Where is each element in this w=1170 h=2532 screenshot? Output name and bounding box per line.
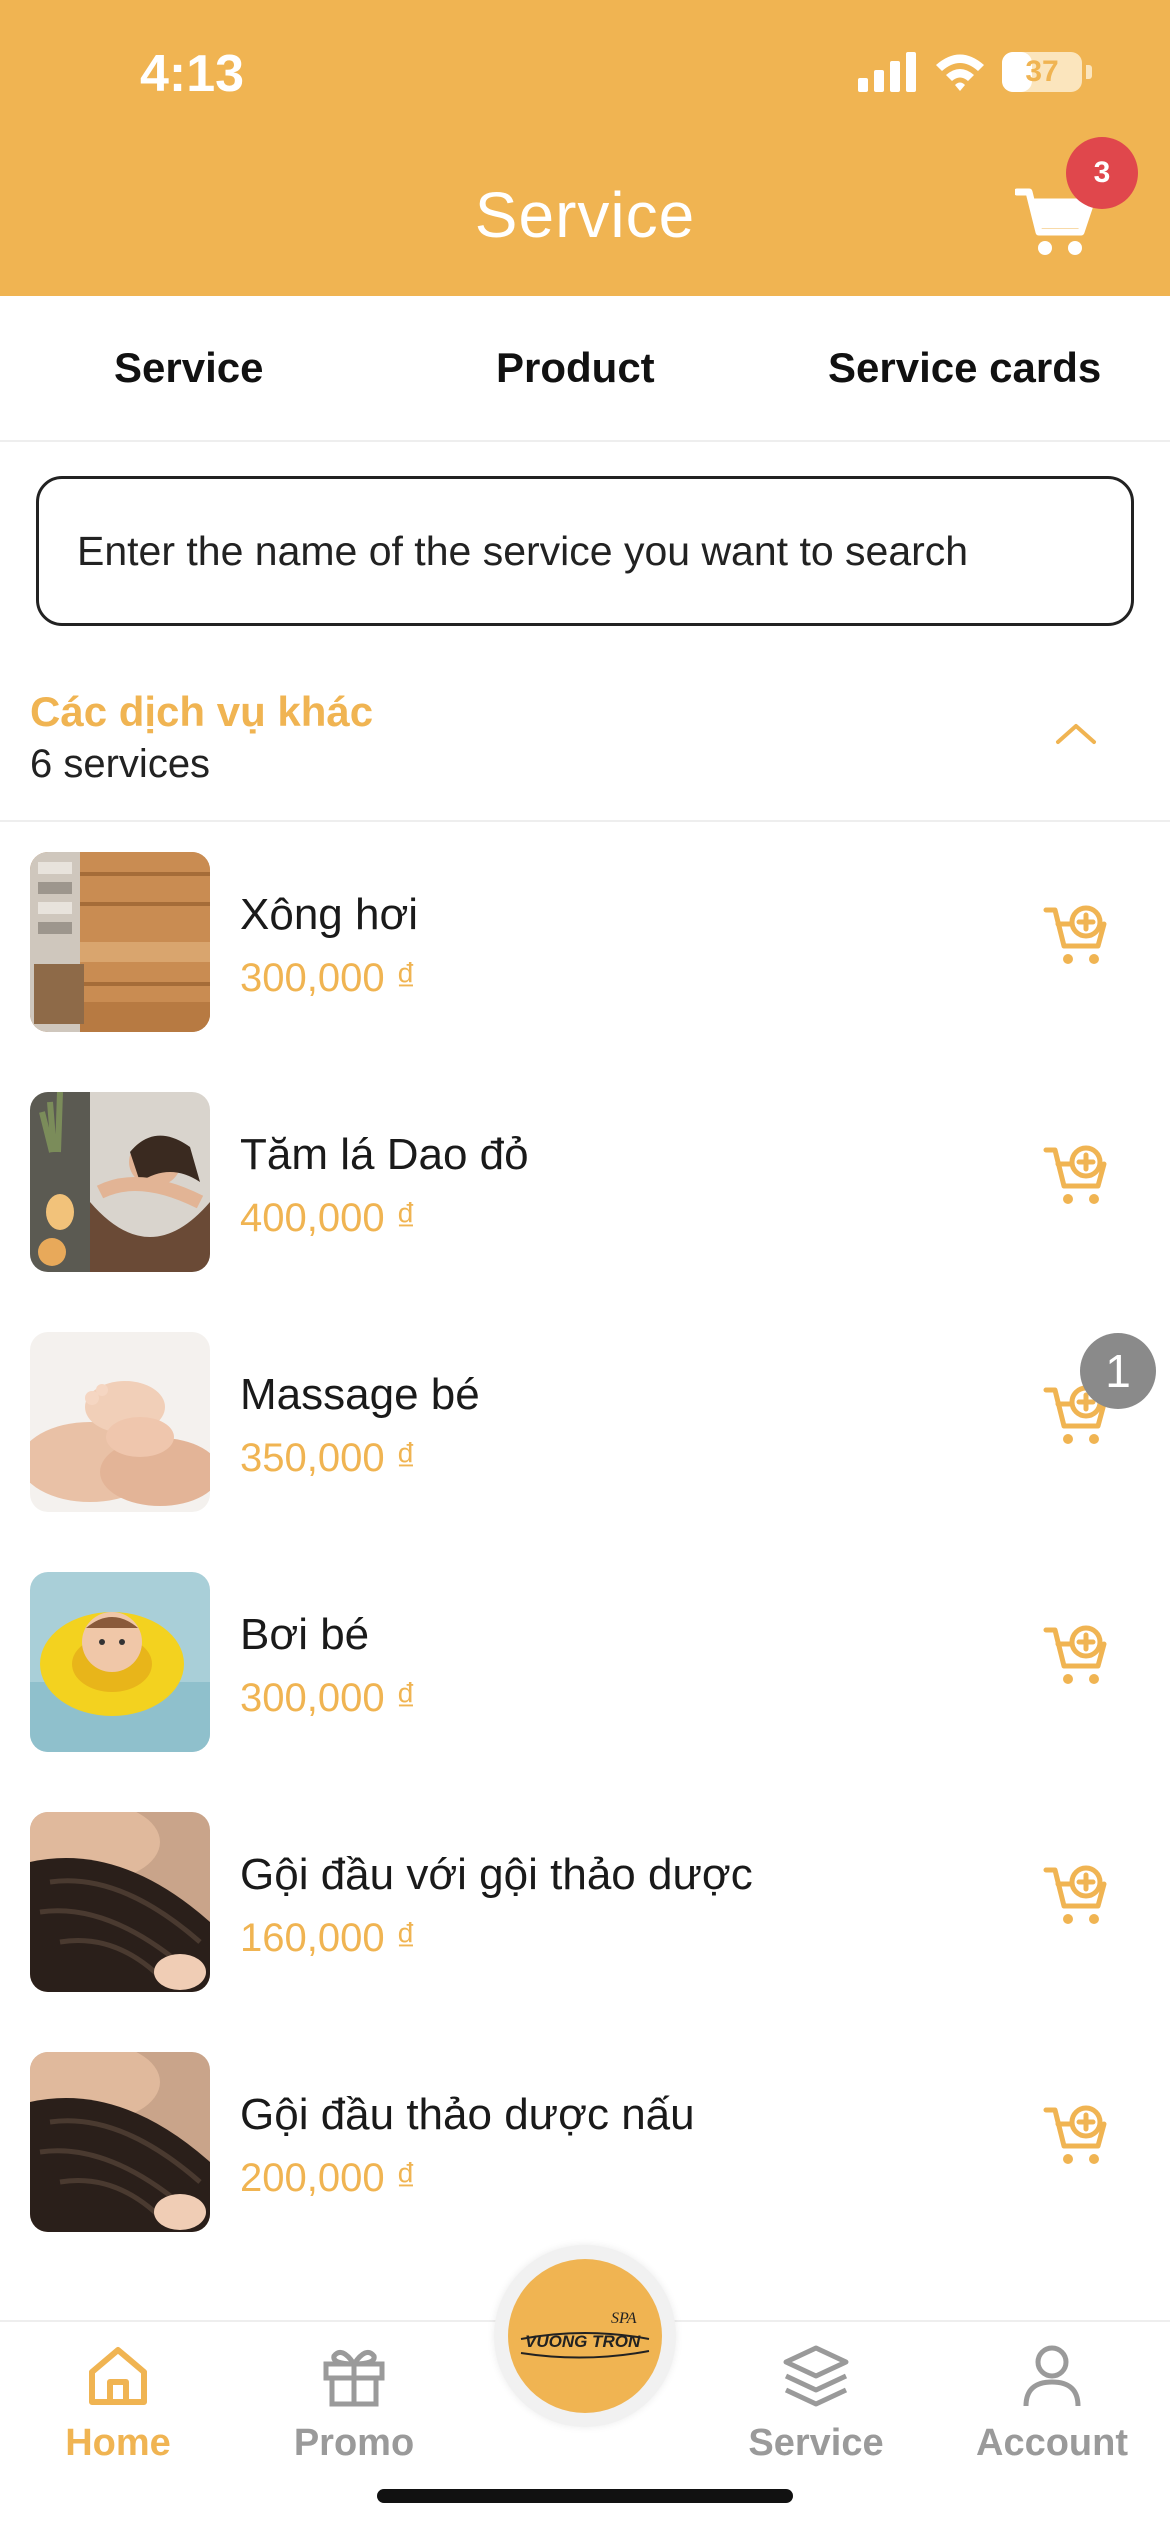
nav-promo-label: Promo [293,2422,415,2464]
nav-service[interactable]: Service [726,2340,906,2465]
nav-account[interactable]: Account [962,2340,1142,2465]
list-item[interactable]: Bơi bé 300,000 ₫ [0,1572,1170,1812]
logo-icon: SPA VUONG TRON [520,2310,650,2359]
list-item[interactable]: Tăm lá Dao đỏ 400,000 ₫ [0,1092,1170,1332]
status-time: 4:13 [140,45,245,103]
cart-count-badge: 3 [1066,137,1138,209]
list-item[interactable]: Xông hơi 300,000 ₫ [0,852,1170,1092]
search-input[interactable] [77,527,1117,575]
wifi-icon [936,54,984,91]
home-icon [89,2347,147,2405]
status-icons: 37 [858,52,1092,92]
search-box [36,476,1134,626]
group-count: 6 services [30,742,211,786]
service-thumbnail [30,1332,210,1512]
service-name: Gội đầu với gội thảo dược [240,1850,753,1899]
service-name: Xông hơi [240,890,419,939]
battery-level: 37 [1025,55,1059,88]
service-price: 160,000 ₫ [240,1916,417,1960]
svg-text:VUONG TRON: VUONG TRON [525,2332,641,2351]
service-thumbnail [30,1572,210,1752]
svg-text:SPA: SPA [611,2310,637,2327]
tab-bar: Service Product Service cards [0,296,1170,442]
tab-service-cards[interactable]: Service cards [828,344,1101,392]
add-to-cart-icon[interactable] [1042,1140,1112,1210]
nav-home-label: Home [65,2422,171,2464]
service-price: 200,000 ₫ [240,2156,417,2200]
add-to-cart-icon[interactable] [1042,2100,1112,2170]
service-price: 400,000 ₫ [240,1196,417,1240]
layers-icon [783,2345,849,2407]
service-thumbnail [30,2052,210,2232]
spa-logo: SPA VUONG TRON [508,2259,662,2413]
list-item[interactable]: Gội đầu với gội thảo dược 160,000 ₫ [0,1812,1170,2052]
service-name: Gội đầu thảo dược nấu [240,2090,695,2139]
home-indicator [377,2489,793,2503]
page-title: Service [474,179,696,251]
signal-icon [858,52,916,92]
group-title: Các dịch vụ khác [30,688,374,735]
service-price: 300,000 ₫ [240,956,417,1000]
nav-service-label: Service [748,2422,884,2464]
user-icon [1023,2345,1081,2407]
nav-account-label: Account [976,2422,1128,2464]
service-thumbnail [30,852,210,1032]
nav-promo[interactable]: Promo [264,2340,444,2465]
floating-count-badge[interactable]: 1 [1080,1333,1156,1409]
service-thumbnail [30,1092,210,1272]
add-to-cart-icon[interactable] [1042,900,1112,970]
service-price: 350,000 ₫ [240,1436,417,1480]
app-header: 4:13 37 Service 3 [0,0,1170,296]
service-group-header[interactable]: Các dịch vụ khác 6 services [0,680,1170,822]
chevron-up-icon[interactable] [1052,710,1100,758]
battery-icon: 37 [1002,52,1082,92]
add-to-cart-icon[interactable] [1042,1620,1112,1690]
service-thumbnail [30,1812,210,1992]
service-price: 300,000 ₫ [240,1676,417,1720]
add-to-cart-icon[interactable] [1042,1860,1112,1930]
list-item[interactable]: Massage bé 350,000 ₫ [0,1332,1170,1572]
service-name: Massage bé [240,1370,480,1419]
tab-product[interactable]: Product [496,344,655,392]
nav-home[interactable]: Home [28,2340,208,2465]
service-name: Bơi bé [240,1610,370,1659]
service-name: Tăm lá Dao đỏ [240,1130,529,1179]
gift-icon [323,2349,385,2407]
center-logo-button[interactable]: SPA VUONG TRON [494,2245,676,2427]
tab-service[interactable]: Service [114,344,263,392]
